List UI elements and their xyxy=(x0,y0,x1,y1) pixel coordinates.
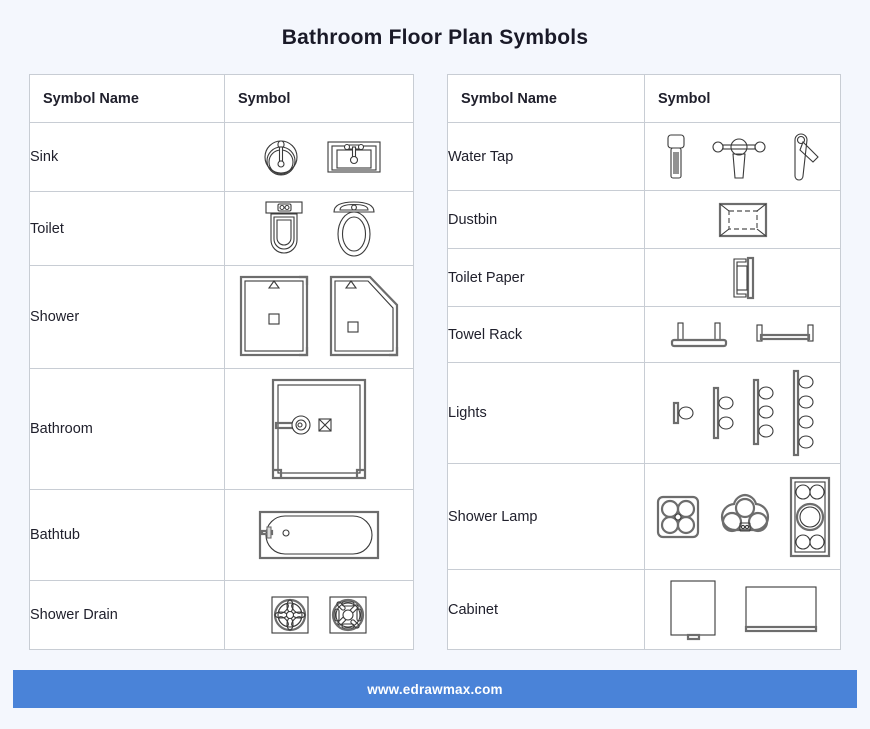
symbol-cell-toilet-paper xyxy=(644,248,841,307)
light-1-bulb-icon xyxy=(669,393,697,433)
single-tap-icon xyxy=(663,130,689,184)
oval-toilet-icon xyxy=(326,198,382,260)
table-row[interactable]: Shower xyxy=(29,265,414,369)
square-toilet-icon xyxy=(256,198,312,260)
table-row[interactable]: Sink xyxy=(29,121,414,193)
bathroom-enclosure-icon xyxy=(267,375,371,483)
table-row[interactable]: Water Tap xyxy=(447,122,841,191)
symbol-cell-dustbin xyxy=(644,190,841,249)
wide-cabinet-icon xyxy=(742,577,820,643)
light-2-bulb-icon xyxy=(709,382,737,444)
symbol-name-towel-rack: Towel Rack xyxy=(447,306,645,363)
symbol-name-shower-lamp: Shower Lamp xyxy=(447,463,645,570)
dustbin-icon xyxy=(716,200,770,240)
cross-handle-tap-icon xyxy=(711,130,767,184)
symbol-cell-toilet xyxy=(224,191,414,267)
table-header-row: Symbol Name Symbol xyxy=(29,74,414,123)
footer-website-link[interactable]: www.edrawmax.com xyxy=(367,682,503,697)
square-quad-lamp-icon xyxy=(654,493,702,541)
symbol-name-sink: Sink xyxy=(29,121,225,193)
symbol-cell-towel-rack xyxy=(644,306,841,363)
symbol-cell-bathtub xyxy=(224,488,414,581)
table-row[interactable]: Lights xyxy=(447,362,841,464)
square-shower-icon xyxy=(236,272,312,362)
toilet-paper-holder-icon xyxy=(726,255,760,301)
footer-bar: www.edrawmax.com xyxy=(13,670,857,708)
symbol-cell-shower xyxy=(224,265,414,369)
trefoil-lamp-icon xyxy=(712,491,778,543)
bathtub-icon xyxy=(256,504,382,566)
table-row[interactable]: Cabinet xyxy=(447,569,841,650)
symbol-name-bathroom: Bathroom xyxy=(29,367,225,490)
table-header-row: Symbol Name Symbol xyxy=(447,74,841,123)
symbol-name-water-tap: Water Tap xyxy=(447,122,645,191)
symbol-cell-sink xyxy=(224,121,414,193)
symbol-name-dustbin: Dustbin xyxy=(447,190,645,249)
right-symbol-table: Symbol Name Symbol Water Tap Dustbin Toi… xyxy=(447,74,841,650)
header-symbol-name: Symbol Name xyxy=(29,74,225,123)
lever-tap-icon xyxy=(789,130,823,184)
symbol-name-toilet-paper: Toilet Paper xyxy=(447,248,645,307)
symbol-cell-cabinet xyxy=(644,569,841,650)
symbol-tables-container: Symbol Name Symbol Sink Toilet Shower Ba… xyxy=(0,74,870,651)
left-symbol-table: Symbol Name Symbol Sink Toilet Shower Ba… xyxy=(29,74,414,651)
page-title: Bathroom Floor Plan Symbols xyxy=(281,26,589,49)
symbol-name-bathtub: Bathtub xyxy=(29,488,225,581)
table-row[interactable]: Bathtub xyxy=(29,488,414,581)
double-post-towel-rack-icon xyxy=(668,318,730,352)
symbol-cell-bathroom xyxy=(224,367,414,490)
header-symbol-name: Symbol Name xyxy=(447,74,645,123)
corner-shower-icon xyxy=(326,272,402,362)
symbol-name-cabinet: Cabinet xyxy=(447,569,645,650)
rectangular-lamp-icon xyxy=(788,475,832,559)
symbol-cell-shower-drain xyxy=(224,579,414,651)
table-row[interactable]: Towel Rack xyxy=(447,306,841,363)
light-3-bulb-icon xyxy=(749,376,777,450)
table-row[interactable]: Shower Drain xyxy=(29,579,414,651)
header-symbol: Symbol xyxy=(224,74,414,123)
round-sink-icon xyxy=(253,131,309,183)
table-row[interactable]: Shower Lamp xyxy=(447,463,841,570)
table-row[interactable]: Dustbin xyxy=(447,190,841,249)
table-row[interactable]: Toilet xyxy=(29,191,414,267)
symbol-name-shower: Shower xyxy=(29,265,225,369)
tall-cabinet-icon xyxy=(666,577,720,643)
symbol-cell-shower-lamp xyxy=(644,463,841,570)
light-4-bulb-icon xyxy=(789,368,817,458)
symbol-name-shower-drain: Shower Drain xyxy=(29,579,225,651)
symbol-cell-water-tap xyxy=(644,122,841,191)
slotted-drain-icon xyxy=(326,593,370,637)
table-row[interactable]: Bathroom xyxy=(29,367,414,490)
header-symbol: Symbol xyxy=(644,74,841,123)
petal-drain-icon xyxy=(268,593,312,637)
rectangular-sink-icon xyxy=(323,131,385,183)
symbol-cell-lights xyxy=(644,362,841,464)
symbol-name-lights: Lights xyxy=(447,362,645,464)
flat-towel-rack-icon xyxy=(752,318,818,352)
table-row[interactable]: Toilet Paper xyxy=(447,248,841,307)
symbol-name-toilet: Toilet xyxy=(29,191,225,267)
